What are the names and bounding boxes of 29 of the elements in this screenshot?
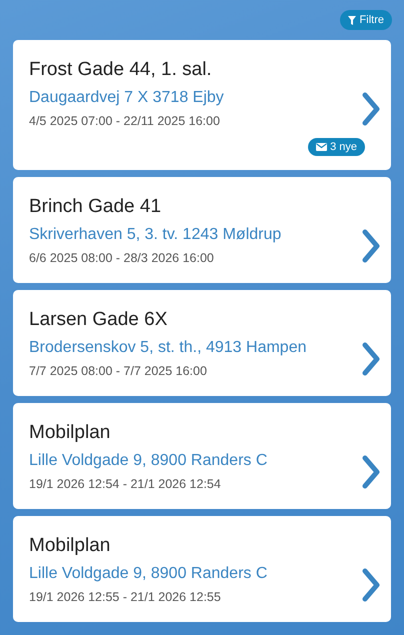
card-period: 6/6 2025 08:00 - 28/3 2026 16:00 [29, 251, 215, 265]
card-period: 4/5 2025 07:00 - 22/11 2025 16:00 [29, 114, 221, 128]
card-address: Skriverhaven 5, 3. tv. 1243 Møldrup [29, 225, 282, 245]
card-period: 19/1 2026 12:54 - 21/1 2026 12:54 [29, 477, 222, 491]
chevron-right-icon [361, 342, 381, 376]
card-title: Larsen Gade 6X [29, 308, 168, 332]
card-title: Brinch Gade 41 [29, 195, 162, 219]
chevron-right-icon [361, 229, 381, 263]
card-title: Mobilplan [29, 534, 112, 558]
location-card[interactable]: Brinch Gade 41 Skriverhaven 5, 3. tv. 1243 Møldrup 6/6 2025 08:00 - 28/3 2026 16:00 [13, 177, 391, 283]
card-address: Brodersenskov 5, st. th., 4913 Hampen [29, 338, 308, 358]
new-messages-badge: 3 nye [308, 138, 365, 156]
card-address: Daugaardvej 7 X 3718 Ejby [29, 88, 225, 108]
funnel-icon [348, 16, 356, 24]
card-address: Lille Voldgade 9, 8900 Randers C [29, 451, 268, 471]
card-title: Mobilplan [29, 421, 112, 445]
card-period: 19/1 2026 12:55 - 21/1 2026 12:55 [29, 590, 222, 604]
chevron-right-icon [361, 92, 381, 126]
card-period: 7/7 2025 08:00 - 7/7 2025 16:00 [29, 364, 208, 378]
location-card[interactable]: Frost Gade 44, 1. sal. Daugaardvej 7 X 3718 Ejby 4/5 2025 07:00 - 22/11 2025 16:00 3 nye [13, 40, 391, 170]
envelope-icon [316, 143, 328, 151]
card-title: Frost Gade 44, 1. sal. [29, 58, 213, 82]
location-card[interactable]: Mobilplan Lille Voldgade 9, 8900 Randers C 19/1 2026 12:54 - 21/1 2026 12:54 [13, 403, 391, 509]
location-card[interactable]: Larsen Gade 6X Brodersenskov 5, st. th., 4913 Hampen 7/7 2025 08:00 - 7/7 2025 16:00 [13, 290, 391, 396]
chevron-right-icon [361, 455, 381, 489]
chevron-right-icon [361, 568, 381, 602]
filter-button[interactable]: Filtre [340, 10, 392, 30]
location-card[interactable]: Mobilplan Lille Voldgade 9, 8900 Randers C 19/1 2026 12:55 - 21/1 2026 12:55 [13, 516, 391, 622]
card-address: Lille Voldgade 9, 8900 Randers C [29, 564, 268, 584]
